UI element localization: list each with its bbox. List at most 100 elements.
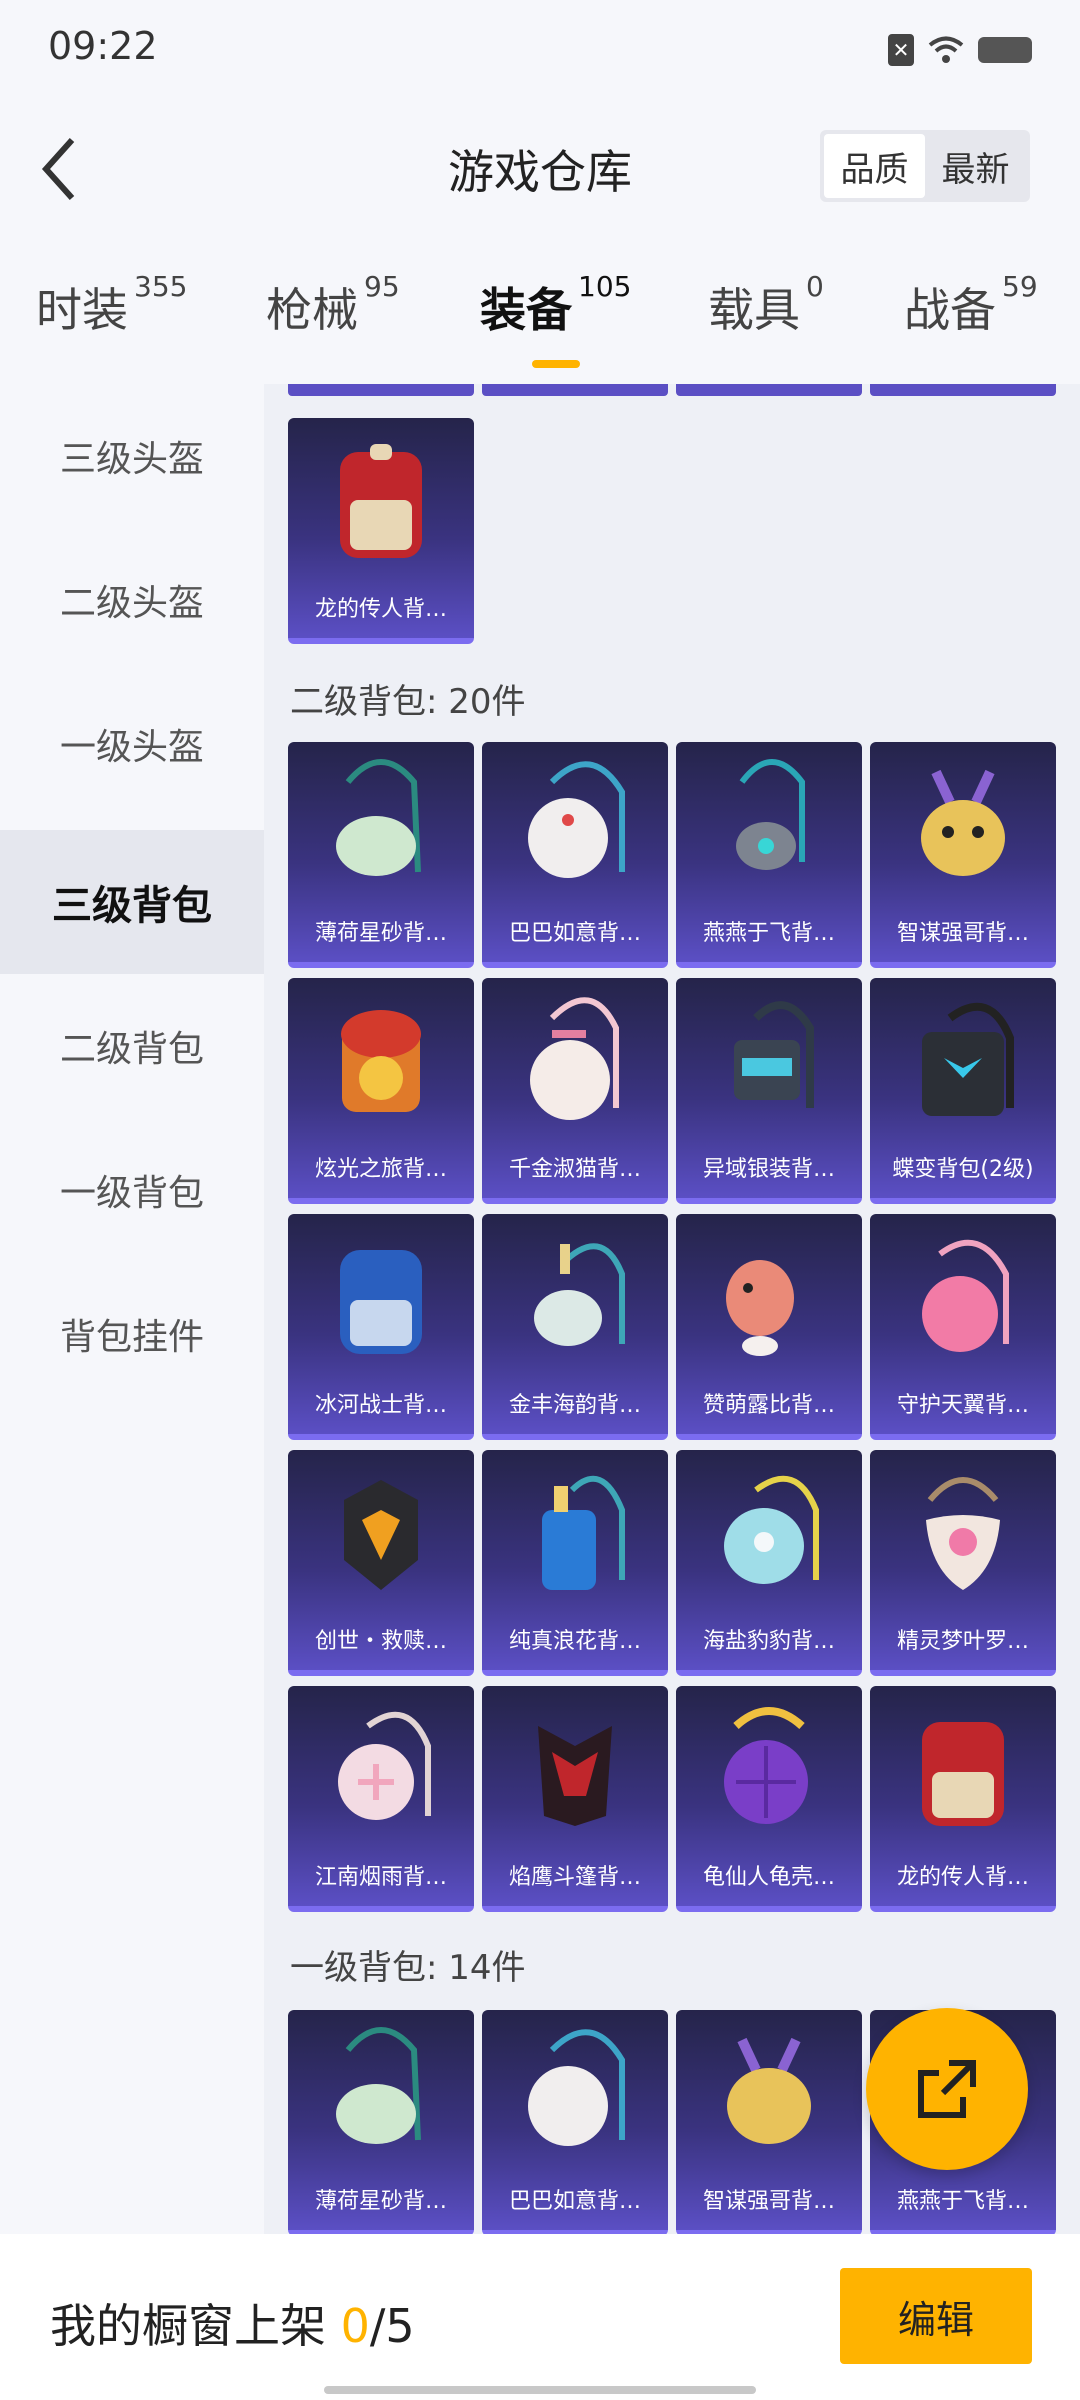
item-name: 冰河战士背… <box>314 1393 447 1418</box>
share-icon <box>918 2060 976 2118</box>
tab-count: 355 <box>134 270 188 303</box>
item-name: 千金淑猫背… <box>508 1157 641 1182</box>
tab-label: 时装 <box>36 283 128 337</box>
home-indicator[interactable] <box>324 2386 756 2394</box>
wifi-icon <box>928 36 964 63</box>
item-card[interactable]: 异域银装背… <box>676 978 862 1204</box>
backpack-icon <box>528 761 625 878</box>
item-card[interactable]: 焰鹰斗篷背… <box>482 1686 668 1912</box>
backpack-icon <box>724 1475 819 1584</box>
share-button[interactable] <box>866 2008 1028 2170</box>
item-card[interactable]: 巴巴如意背… <box>482 2010 668 2234</box>
status-bar: 09:22 ✕ <box>0 0 1080 84</box>
battery-icon <box>978 37 1032 63</box>
item-card[interactable]: 蝶变背包(2级) <box>870 978 1056 1204</box>
tab-combat-gear[interactable]: 战备 59 <box>904 270 1038 340</box>
sidebar-item-lv2-helmet[interactable]: 二级头盔 <box>0 528 264 672</box>
category-tabs: 时装 355 枪械 95 装备 105 载具 0 战备 59 <box>0 270 1080 374</box>
item-card[interactable]: 冰河战士背… <box>288 1214 474 1440</box>
shelf-total: /5 <box>369 2299 415 2353</box>
backpack-icon <box>336 2027 421 2144</box>
backpack-icon <box>341 1010 421 1112</box>
item-name: 燕燕于飞背… <box>896 2189 1029 2214</box>
item-card[interactable]: 龙的传人背… <box>288 418 474 644</box>
edit-button[interactable]: 编辑 <box>840 2268 1032 2364</box>
sort-newest-option[interactable]: 最新 <box>925 134 1026 198</box>
partial-card <box>482 384 668 396</box>
item-name: 金丰海韵背… <box>508 1393 641 1418</box>
backpack-icon <box>727 2037 811 2144</box>
tab-label: 载具 <box>708 283 800 337</box>
item-card[interactable]: 龟仙人龟壳… <box>676 1686 862 1912</box>
shelf-count: 0 <box>340 2299 370 2353</box>
item-card[interactable]: 精灵梦叶罗… <box>870 1450 1056 1676</box>
backpack-icon <box>530 997 619 1120</box>
tab-count: 0 <box>806 270 824 303</box>
item-card[interactable]: 薄荷星砂背… <box>288 742 474 968</box>
tab-fashion[interactable]: 时装 355 <box>36 270 187 340</box>
item-card[interactable]: 炫光之旅背… <box>288 978 474 1204</box>
item-name: 守护天翼背… <box>896 1393 1029 1418</box>
item-card[interactable]: 赞萌露比背… <box>676 1214 862 1440</box>
backpack-icon <box>340 444 422 558</box>
backpack-icon <box>922 1722 1004 1826</box>
sidebar: 三级头盔 二级头盔 一级头盔 三级背包 二级背包 一级背包 背包挂件 <box>0 384 264 2234</box>
backpack-icon <box>724 1707 808 1824</box>
item-name: 海盐豹豹背… <box>702 1629 835 1654</box>
section-title-lv1: 一级背包: 14件 <box>290 1948 526 1988</box>
backpack-icon <box>534 1243 625 1346</box>
backpack-icon <box>921 769 1005 876</box>
tab-label: 枪械 <box>266 283 358 337</box>
item-name: 蝶变背包(2级) <box>892 1157 1034 1182</box>
item-name: 龙的传人背… <box>314 597 447 622</box>
sidebar-item-lv1-backpack[interactable]: 一级背包 <box>0 1118 264 1262</box>
sidebar-item-lv3-helmet[interactable]: 三级头盔 <box>0 384 264 528</box>
status-icons: ✕ <box>888 34 1032 66</box>
tab-guns[interactable]: 枪械 95 <box>266 270 400 340</box>
tab-label: 装备 <box>480 283 572 337</box>
item-card[interactable]: 千金淑猫背… <box>482 978 668 1204</box>
backpack-icon <box>734 1001 814 1108</box>
sidebar-item-lv2-backpack[interactable]: 二级背包 <box>0 974 264 1118</box>
item-card[interactable]: 纯真浪花背… <box>482 1450 668 1676</box>
item-card[interactable]: 智谋强哥背… <box>870 742 1056 968</box>
item-name: 巴巴如意背… <box>508 2189 641 2214</box>
item-card[interactable]: 创世・救赎… <box>288 1450 474 1676</box>
bottom-bar: 我的橱窗上架 0/5 编辑 <box>0 2234 1080 2400</box>
no-sim-icon: ✕ <box>888 34 914 66</box>
item-card[interactable]: 薄荷星砂背… <box>288 2010 474 2234</box>
item-name: 薄荷星砂背… <box>314 921 447 946</box>
backpack-icon <box>922 1239 1009 1352</box>
sidebar-item-lv3-backpack[interactable]: 三级背包 <box>0 830 264 974</box>
item-name: 燕燕于飞背… <box>702 921 835 946</box>
item-name: 龙的传人背… <box>896 1865 1029 1890</box>
item-card[interactable]: 金丰海韵背… <box>482 1214 668 1440</box>
item-name: 焰鹰斗篷背… <box>508 1865 641 1890</box>
tab-equipment[interactable]: 装备 105 <box>480 270 631 340</box>
item-name: 巴巴如意背… <box>508 921 641 946</box>
sidebar-item-backpack-charm[interactable]: 背包挂件 <box>0 1262 264 1406</box>
shelf-label: 我的橱窗上架 <box>50 2299 341 2353</box>
item-name: 炫光之旅背… <box>314 1157 447 1182</box>
section-title-lv2: 二级背包: 20件 <box>290 682 526 722</box>
item-grid: 龙的传人背… 二级背包: 20件 薄荷星砂背… 巴巴如意背… 燕燕于飞背… 智谋… <box>264 384 1080 2234</box>
backpack-icon <box>922 1002 1014 1116</box>
sidebar-item-lv1-helmet[interactable]: 一级头盔 <box>0 672 264 816</box>
shelf-status: 我的橱窗上架 0/5 <box>50 2290 415 2356</box>
item-card[interactable]: 智谋强哥背… <box>676 2010 862 2234</box>
tab-vehicles[interactable]: 载具 0 <box>708 270 824 340</box>
item-card[interactable]: 守护天翼背… <box>870 1214 1056 1440</box>
backpack-icon <box>340 1250 422 1354</box>
item-card[interactable]: 巴巴如意背… <box>482 742 668 968</box>
item-card[interactable]: 燕燕于飞背… <box>676 742 862 968</box>
item-name: 赞萌露比背… <box>702 1393 835 1418</box>
sort-quality-option[interactable]: 品质 <box>824 134 925 198</box>
tab-count: 59 <box>1002 270 1038 303</box>
item-card[interactable]: 海盐豹豹背… <box>676 1450 862 1676</box>
tab-count: 95 <box>364 270 400 303</box>
item-card[interactable]: 江南烟雨背… <box>288 1686 474 1912</box>
tab-count: 105 <box>578 270 632 303</box>
item-name: 智谋强哥背… <box>702 2189 835 2214</box>
item-name: 江南烟雨背… <box>314 1865 447 1890</box>
item-card[interactable]: 龙的传人背… <box>870 1686 1056 1912</box>
